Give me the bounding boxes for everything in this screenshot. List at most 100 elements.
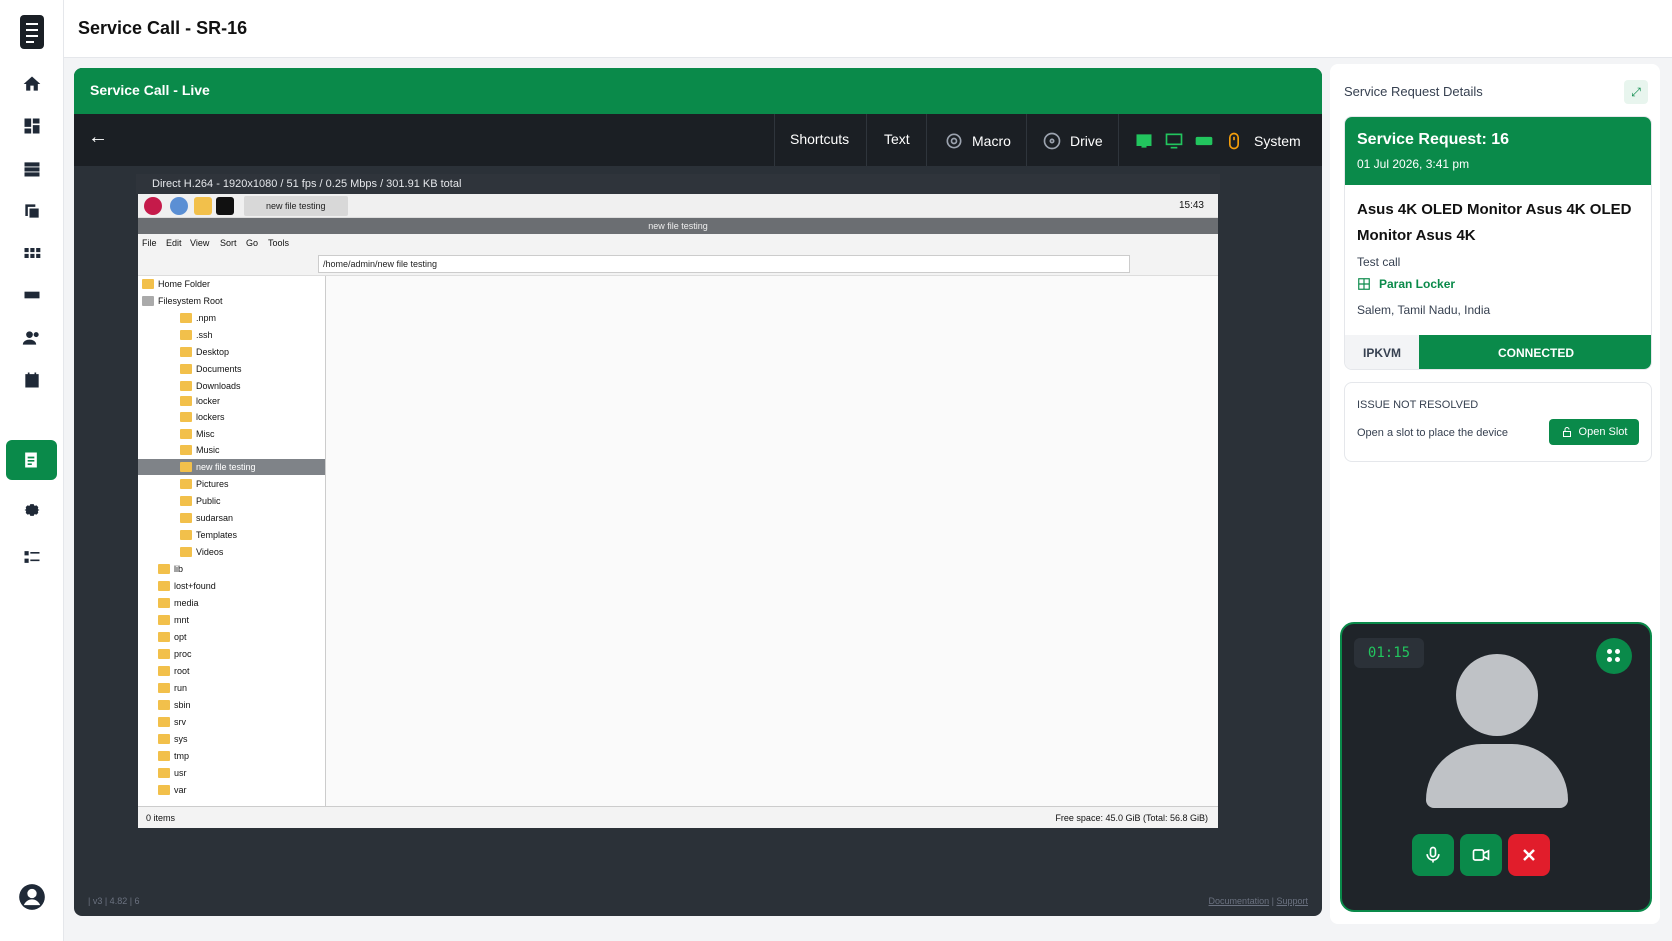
file-list-area[interactable]	[326, 276, 1218, 806]
dashboard-icon[interactable]	[20, 114, 44, 138]
documentation-link[interactable]: Documentation	[1209, 896, 1270, 906]
file-manager-menubar: File Edit View Sort Go Tools	[138, 234, 1218, 252]
tree-item[interactable]: proc	[158, 646, 192, 662]
shortcuts-button[interactable]: Shortcuts	[790, 131, 849, 147]
devices-icon[interactable]	[20, 199, 44, 223]
tree-item-selected[interactable]: new file testing	[138, 459, 325, 475]
device-name: Asus 4K OLED Monitor Asus 4K OLED Monito…	[1357, 201, 1632, 244]
folder-icon[interactable]	[194, 197, 212, 215]
menu-tools[interactable]: Tools	[268, 238, 289, 248]
panel-title: Service Request Details	[1344, 84, 1483, 99]
status-items: 0 items	[146, 813, 176, 823]
tree-item[interactable]: media	[158, 595, 199, 611]
taskbar-window-tab[interactable]: new file testing	[244, 196, 348, 216]
list-icon[interactable]	[20, 545, 44, 569]
tree-item[interactable]: lockers	[180, 409, 225, 425]
tree-item[interactable]: srv	[158, 714, 186, 730]
profile-icon[interactable]	[18, 883, 46, 911]
issue-title: ISSUE NOT RESOLVED	[1357, 399, 1479, 411]
tree-item[interactable]: Misc	[180, 426, 215, 442]
tree-item[interactable]: mnt	[158, 612, 189, 628]
request-location: Salem, Tamil Nadu, India	[1357, 303, 1491, 317]
monitor-icon	[1165, 133, 1183, 149]
call-timer: 01:15	[1354, 638, 1424, 668]
menu-sort[interactable]: Sort	[220, 238, 237, 248]
server-icon[interactable]	[20, 157, 44, 181]
menu-file[interactable]: File	[142, 238, 157, 248]
footer-separator: |	[1271, 896, 1274, 906]
raspberry-menu-icon[interactable]	[144, 197, 162, 215]
end-call-button[interactable]	[1508, 834, 1550, 876]
path-input[interactable]: /home/admin/new file testing	[318, 255, 1130, 273]
microphone-button[interactable]	[1412, 834, 1454, 876]
tree-item[interactable]: sudarsan	[180, 510, 233, 526]
microphone-icon	[1426, 846, 1440, 863]
expand-icon[interactable]: ⤢	[1624, 80, 1648, 104]
terminal-icon[interactable]	[216, 197, 234, 215]
file-manager-status: 0 items Free space: 45.0 GiB (Total: 56.…	[138, 806, 1218, 828]
tree-item[interactable]: lost+found	[158, 578, 216, 594]
tree-item[interactable]: Public	[180, 493, 221, 509]
tree-item[interactable]: Templates	[180, 527, 237, 543]
request-header: Service Request: 16 01 Jul 2026, 3:41 pm	[1345, 117, 1651, 185]
tree-item[interactable]: .ssh	[180, 327, 213, 343]
tree-item[interactable]: opt	[158, 629, 187, 645]
request-description: Test call	[1357, 255, 1401, 269]
tree-item[interactable]: Music	[180, 442, 220, 458]
app-logo[interactable]	[20, 15, 44, 49]
camera-button[interactable]	[1460, 834, 1502, 876]
tree-item[interactable]: root	[158, 663, 190, 679]
folder-tree[interactable]: Home Folder Filesystem Root .npm .ssh De…	[138, 276, 326, 806]
tree-item[interactable]: Downloads	[180, 378, 241, 394]
menu-go[interactable]: Go	[246, 238, 258, 248]
tree-item[interactable]: lib	[158, 561, 183, 577]
tree-item[interactable]: sys	[158, 731, 188, 747]
tree-item[interactable]: tmp	[158, 748, 189, 764]
tree-item[interactable]: Desktop	[180, 344, 229, 360]
tree-item[interactable]: run	[158, 680, 187, 696]
storage-icon[interactable]	[20, 283, 44, 307]
issue-text: Open a slot to place the device	[1357, 427, 1509, 439]
raspberry-taskbar: new file testing 15:43	[138, 194, 1218, 218]
grid-icon[interactable]	[1596, 638, 1632, 674]
macro-button[interactable]: Macro	[944, 131, 1011, 151]
top-bar: Service Call - SR-16	[64, 0, 1672, 58]
connection-state-badge: CONNECTED	[1419, 335, 1651, 369]
tree-item[interactable]: Filesystem Root	[142, 293, 223, 309]
tree-item[interactable]: locker	[180, 393, 220, 409]
menu-edit[interactable]: Edit	[166, 238, 182, 248]
connection-status: IPKVM CONNECTED	[1345, 335, 1651, 369]
apps-icon[interactable]	[20, 241, 44, 265]
tree-item[interactable]: Documents	[180, 361, 242, 377]
home-icon[interactable]	[20, 72, 44, 96]
connection-type: IPKVM	[1345, 335, 1419, 369]
browser-icon[interactable]	[170, 197, 188, 215]
drive-button[interactable]: Drive	[1042, 131, 1103, 151]
users-icon[interactable]	[20, 326, 44, 350]
tree-item[interactable]: var	[158, 782, 187, 798]
close-icon	[1523, 849, 1535, 861]
remote-screen[interactable]: Direct H.264 - 1920x1080 / 51 fps / 0.25…	[136, 174, 1220, 872]
service-calls-icon[interactable]	[6, 440, 57, 480]
tree-item[interactable]: sbin	[158, 697, 191, 713]
locker-icon	[1358, 278, 1370, 290]
tree-item[interactable]: .npm	[180, 310, 216, 326]
back-arrow-icon[interactable]: ←	[88, 126, 108, 149]
tree-item[interactable]: usr	[158, 765, 187, 781]
locker-link[interactable]: Paran Locker	[1357, 277, 1455, 291]
open-slot-button[interactable]: Open Slot	[1549, 419, 1639, 445]
calendar-icon[interactable]	[20, 368, 44, 392]
file-manager-title: new file testing	[138, 218, 1218, 234]
video-camera-icon	[1472, 849, 1490, 861]
menu-view[interactable]: View	[190, 238, 209, 248]
tree-item[interactable]: Pictures	[180, 476, 229, 492]
gear-icon[interactable]	[20, 498, 44, 522]
system-button[interactable]: System	[1134, 131, 1301, 151]
tree-item[interactable]: Home Folder	[142, 276, 210, 292]
live-title: Service Call - Live	[90, 82, 210, 98]
service-request-card: Service Request: 16 01 Jul 2026, 3:41 pm…	[1344, 116, 1652, 370]
tree-item[interactable]: Videos	[180, 544, 223, 560]
support-link[interactable]: Support	[1276, 896, 1308, 906]
text-button[interactable]: Text	[884, 131, 910, 147]
lock-icon	[1562, 427, 1571, 437]
